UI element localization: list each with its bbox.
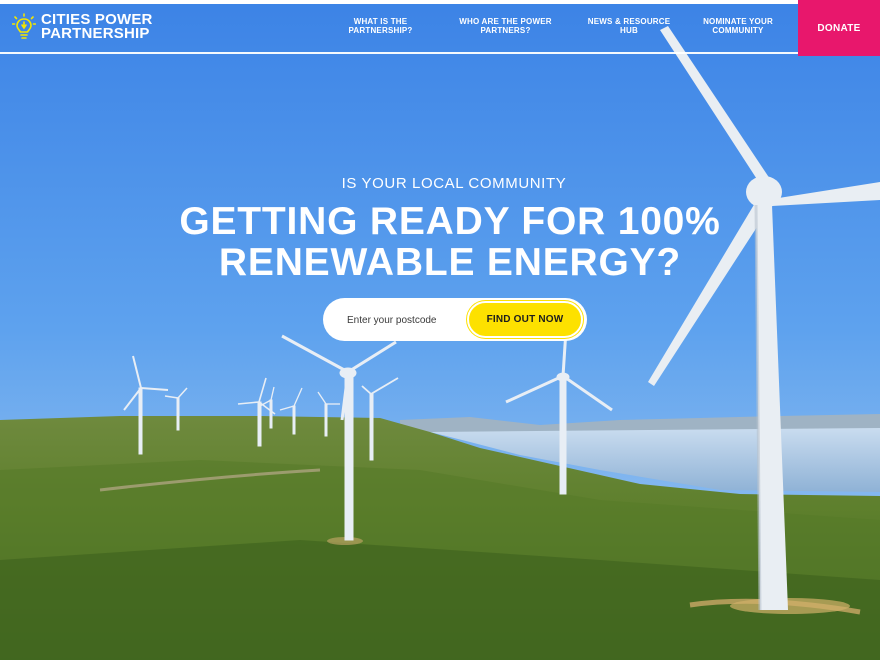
nav-label-line2: COMMUNITY [712,26,764,35]
logo-wordmark: CITIES POWER PARTNERSHIP [41,12,153,42]
main-navigation: CITIES POWER PARTNERSHIP WHAT IS THE PAR… [0,0,880,56]
hero-headline: GETTING READY FOR 100% RENEWABLE ENERGY? [0,201,880,283]
headline-line-1: GETTING READY FOR 100% [179,200,721,243]
nav-label-line2: PARTNERSHIP? [348,26,413,35]
nav-label-line1: WHAT IS THE [353,17,408,26]
hero-eyebrow: IS YOUR LOCAL COMMUNITY [341,175,567,192]
postcode-input[interactable] [345,309,479,331]
site-logo[interactable]: CITIES POWER PARTNERSHIP [12,12,153,42]
nav-item-who-are-the-power-partners[interactable]: WHO ARE THE POWER PARTNERS? [458,17,553,35]
find-out-now-button[interactable]: FIND OUT NOW [467,301,583,338]
donate-button[interactable]: DONATE [798,0,880,56]
nav-label-line2: HUB [620,26,638,35]
nav-label-line1: NEWS & RESOURCE [587,17,671,26]
postcode-search-form: FIND OUT NOW [323,298,587,341]
headline-line-2: RENEWABLE ENERGY? [218,241,682,284]
nav-label-line2: PARTNERS? [480,26,531,35]
nav-item-news-resource-hub[interactable]: NEWS & RESOURCE HUB [586,17,672,35]
nav-label-line1: WHO ARE THE POWER [459,17,552,26]
nav-label-line1: NOMINATE YOUR [703,17,773,26]
lightbulb-icon [12,13,36,39]
logo-line-2: PARTNERSHIP [41,25,150,42]
nav-item-nominate-your-community[interactable]: NOMINATE YOUR COMMUNITY [699,17,777,35]
nav-item-what-is-the-partnership[interactable]: WHAT IS THE PARTNERSHIP? [343,17,418,35]
